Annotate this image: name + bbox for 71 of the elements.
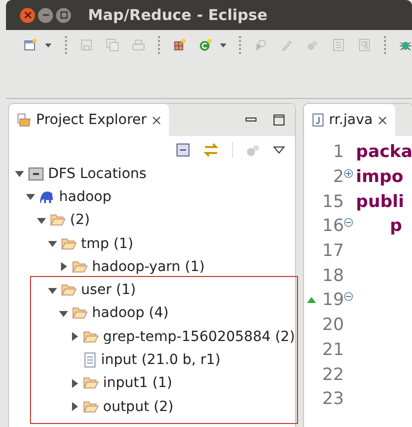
expand-arrow-icon[interactable] [48,286,57,295]
folder-icon [83,400,99,414]
line-number: 21 [321,340,344,360]
dropdown-caret-icon[interactable] [45,42,52,48]
java-file-icon [312,113,324,127]
elephant-icon [39,188,55,205]
new-window-icon[interactable] [24,37,37,53]
line-number: 17 [321,241,344,262]
collapse-all-icon[interactable] [176,143,190,157]
expand-arrow-icon[interactable] [48,239,57,248]
line-number: 22 [321,364,344,385]
expand-fold-icon[interactable] [344,168,353,178]
expand-arrow-icon[interactable] [70,332,79,342]
tree-item[interactable]: output (2) [103,398,174,415]
server-icon [28,166,44,182]
new-class-icon[interactable] [198,37,212,53]
tree-item[interactable]: hadoop-yarn (1) [92,258,205,275]
tree-item[interactable]: DFS Locations [48,166,146,182]
expand-arrow-icon[interactable] [26,192,35,202]
line-number: 2 [332,167,344,188]
code-keyword: packa [356,142,412,162]
tree-item[interactable]: grep-temp-1560205884 (2) [103,328,295,345]
editor-tab[interactable]: rr.java [304,104,395,136]
maximize-button[interactable] [56,8,71,22]
collapse-fold-icon[interactable] [344,292,353,302]
tree-item[interactable]: hadoop [59,188,112,205]
file-icon [83,352,97,368]
maximize-icon [60,11,68,19]
close-icon[interactable] [378,116,387,124]
line-number: 1 [332,142,344,162]
line-number: 16 [321,216,344,236]
folder-icon [83,376,99,390]
close-icon[interactable] [152,116,161,124]
project-explorer-tab[interactable]: Project Explorer [9,104,169,136]
line-number: 18 [321,266,344,286]
tree-item[interactable]: hadoop (4) [92,305,169,322]
folder-icon [61,283,77,298]
link-arrows-icon[interactable] [202,143,219,157]
tree-item[interactable]: input1 (1) [103,375,172,392]
dropdown-caret-icon[interactable] [220,42,226,48]
code-keyword: impo [356,167,404,188]
folder-icon [83,330,99,344]
minimize-button[interactable] [38,8,53,22]
tree-item[interactable]: input (21.0 b, r1) [101,352,220,368]
collapse-fold-icon[interactable] [344,218,353,228]
window-title: Map/Reduce - Eclipse [88,6,268,24]
expand-arrow-icon[interactable] [37,216,46,225]
expand-arrow-icon[interactable] [70,402,79,412]
expand-arrow-icon[interactable] [15,169,24,178]
expand-arrow-icon[interactable] [70,378,79,388]
line-number: 19 [321,290,344,310]
code-keyword: p [390,216,402,236]
line-number: 20 [321,315,344,336]
maximize-icon[interactable] [272,114,285,126]
view-menu-icon[interactable] [272,146,285,154]
line-number: 15 [321,192,344,212]
folder-icon [50,213,66,228]
folder-icon [72,306,88,320]
folder-icon [72,260,88,274]
folder-icon [61,236,77,251]
expand-arrow-icon[interactable] [59,262,68,272]
close-icon [24,11,32,19]
line-number: 23 [321,389,344,410]
tree-item[interactable]: tmp (1) [81,236,134,252]
folder-page-icon [17,113,31,127]
new-grid-icon[interactable] [172,37,186,53]
close-button[interactable] [20,8,35,22]
code-keyword: publi [356,192,404,212]
tree-item[interactable]: user (1) [81,282,136,298]
tree-item[interactable]: (2) [70,212,90,228]
expand-arrow-icon[interactable] [59,308,68,318]
